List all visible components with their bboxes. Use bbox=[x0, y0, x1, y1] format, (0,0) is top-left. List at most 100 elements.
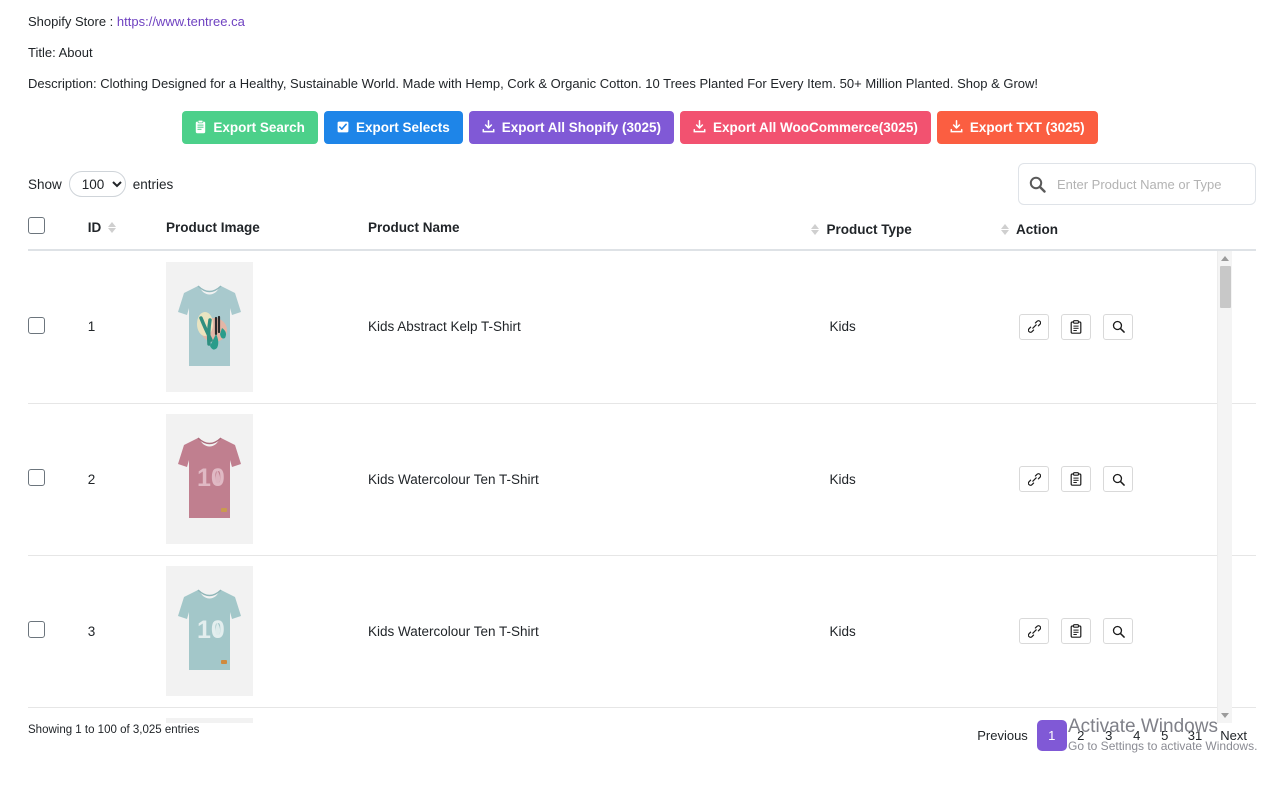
cell-product-image bbox=[166, 251, 368, 404]
cell-product-type: Kids bbox=[829, 555, 1019, 708]
export-selects-button[interactable]: Export Selects bbox=[323, 111, 463, 144]
store-url-link[interactable]: https://www.tentree.ca bbox=[117, 14, 245, 29]
table-footer: Showing 1 to 100 of 3,025 entries Previo… bbox=[0, 712, 1280, 751]
pagination-page-3[interactable]: 3 bbox=[1095, 721, 1123, 751]
clipboard-icon bbox=[1070, 472, 1082, 486]
show-label: Show bbox=[28, 176, 62, 192]
column-header-product-image: Product Image bbox=[166, 217, 368, 251]
column-header-id[interactable]: ID bbox=[87, 217, 167, 251]
download-icon bbox=[950, 120, 963, 135]
cell-product-image: 10 bbox=[166, 403, 368, 556]
scrollbar-thumb[interactable] bbox=[1220, 266, 1231, 308]
export-search-button[interactable]: Export Search bbox=[182, 111, 318, 144]
row-checkbox[interactable] bbox=[28, 316, 45, 334]
column-header-action: Action bbox=[1001, 217, 1256, 251]
pagination-next[interactable]: Next bbox=[1211, 721, 1256, 751]
select-all-header bbox=[28, 217, 88, 251]
tshirt-kelp-graphic bbox=[178, 285, 242, 366]
clipboard-icon-button[interactable] bbox=[1061, 313, 1091, 340]
link-icon bbox=[1027, 624, 1041, 638]
pagination-page-5[interactable]: 5 bbox=[1151, 721, 1179, 751]
export-txt-button[interactable]: Export TXT (3025) bbox=[936, 111, 1098, 144]
tshirt-ten-graphic: 10 bbox=[178, 589, 242, 670]
search-icon-button[interactable] bbox=[1103, 313, 1133, 340]
table-vertical-scrollbar[interactable] bbox=[1217, 251, 1232, 723]
link-icon-button[interactable] bbox=[1019, 618, 1049, 644]
scroll-up-arrow-icon[interactable] bbox=[1218, 251, 1232, 265]
column-header-product-name[interactable]: Product Name bbox=[367, 217, 830, 251]
search-icon bbox=[1112, 625, 1125, 638]
table-row[interactable]: 1 Kids Abstract Kelp T-Shirt Kids bbox=[28, 251, 1256, 404]
export-all-shopify-label: Export All Shopify (3025) bbox=[501, 119, 662, 135]
pagination-page-31[interactable]: 31 bbox=[1179, 721, 1211, 751]
store-info-block: Shopify Store : https://www.tentree.ca T… bbox=[0, 0, 1280, 91]
table-row[interactable]: 2 10 Kids Watercolour Ten T-Shirt Kids bbox=[28, 403, 1256, 556]
cell-id: 2 bbox=[87, 403, 167, 556]
row-select-cell bbox=[28, 251, 88, 404]
svg-text:10: 10 bbox=[197, 616, 225, 644]
export-all-shopify-button[interactable]: Export All Shopify (3025) bbox=[468, 111, 675, 144]
cell-id: 1 bbox=[87, 251, 167, 404]
row-checkbox[interactable] bbox=[28, 469, 45, 486]
entries-label: entries bbox=[132, 176, 174, 192]
sort-icon[interactable] bbox=[1001, 224, 1009, 235]
pagination-previous[interactable]: Previous bbox=[968, 721, 1037, 751]
product-thumbnail[interactable]: 10 bbox=[166, 566, 254, 696]
column-label-product-name: Product Name bbox=[367, 219, 460, 235]
svg-text:10: 10 bbox=[197, 464, 225, 492]
cell-product-type: Kids bbox=[829, 403, 1019, 556]
table-row[interactable]: 3 10 Kids Watercolour Ten T-Shirt Kids bbox=[28, 555, 1256, 708]
search-box[interactable] bbox=[1018, 163, 1256, 205]
table-body-scroll-area: 1 Kids Abstract Kelp T-Shirt Kids 2 10 K… bbox=[28, 251, 1256, 723]
row-select-cell bbox=[28, 555, 88, 708]
sort-icon[interactable] bbox=[811, 224, 820, 235]
search-icon-button[interactable] bbox=[1103, 618, 1133, 644]
pagination-page-2[interactable]: 2 bbox=[1067, 721, 1095, 751]
search-icon bbox=[1112, 473, 1125, 486]
link-icon-button[interactable] bbox=[1019, 466, 1049, 492]
product-thumbnail[interactable]: 10 bbox=[166, 414, 254, 544]
page-title: Title: About bbox=[28, 45, 93, 60]
export-search-label: Export Search bbox=[213, 119, 305, 135]
column-header-product-type[interactable]: Product Type bbox=[811, 217, 1019, 251]
export-all-woocommerce-button[interactable]: Export All WooCommerce(3025) bbox=[680, 111, 931, 144]
column-label-action: Action bbox=[1016, 222, 1058, 237]
clipboard-icon bbox=[1070, 624, 1082, 638]
export-toolbar: Export Search Export Selects Export All … bbox=[0, 111, 1280, 144]
clipboard-icon-button[interactable] bbox=[1061, 466, 1091, 492]
cell-id: 3 bbox=[87, 555, 167, 708]
search-icon bbox=[1112, 321, 1125, 334]
pagination: Previous 1 2 3 4 5 31 Next bbox=[968, 712, 1256, 751]
pagination-page-1[interactable]: 1 bbox=[1036, 720, 1067, 751]
cell-product-name: Kids Watercolour Ten T-Shirt bbox=[367, 403, 830, 556]
row-checkbox[interactable] bbox=[28, 621, 45, 638]
products-table-body: 1 Kids Abstract Kelp T-Shirt Kids 2 10 K… bbox=[28, 251, 1256, 723]
pagination-page-4[interactable]: 4 bbox=[1123, 721, 1151, 751]
download-icon bbox=[693, 120, 706, 135]
cell-product-name: Kids Abstract Kelp T-Shirt bbox=[367, 251, 830, 404]
sort-icon[interactable] bbox=[108, 221, 117, 233]
select-all-checkbox[interactable] bbox=[28, 217, 45, 234]
app-page: Shopify Store : https://www.tentree.ca T… bbox=[0, 0, 1280, 800]
column-label-product-image: Product Image bbox=[166, 219, 260, 235]
link-icon-button[interactable] bbox=[1019, 313, 1049, 340]
store-line: Shopify Store : https://www.tentree.ca bbox=[28, 0, 1280, 29]
clipboard-icon-button[interactable] bbox=[1061, 618, 1091, 644]
clipboard-icon bbox=[195, 119, 206, 136]
clipboard-icon bbox=[1070, 319, 1082, 334]
download-icon bbox=[482, 120, 495, 135]
cell-product-type: Kids bbox=[829, 251, 1019, 404]
store-label: Shopify Store : bbox=[28, 14, 114, 29]
export-selects-label: Export Selects bbox=[355, 119, 450, 135]
export-txt-label: Export TXT (3025) bbox=[969, 119, 1085, 135]
link-icon bbox=[1027, 472, 1041, 486]
product-thumbnail[interactable] bbox=[166, 261, 254, 392]
search-icon-button[interactable] bbox=[1103, 466, 1133, 492]
entries-length-select[interactable]: 10 25 50 100 bbox=[68, 171, 126, 197]
export-all-woocommerce-label: Export All WooCommerce(3025) bbox=[713, 119, 918, 135]
row-select-cell bbox=[28, 403, 88, 556]
link-icon bbox=[1027, 320, 1041, 334]
showing-entries-text: Showing 1 to 100 of 3,025 entries bbox=[28, 724, 200, 736]
search-input[interactable] bbox=[1055, 175, 1245, 193]
table-controls: Show 10 25 50 100 entries bbox=[0, 163, 1280, 205]
